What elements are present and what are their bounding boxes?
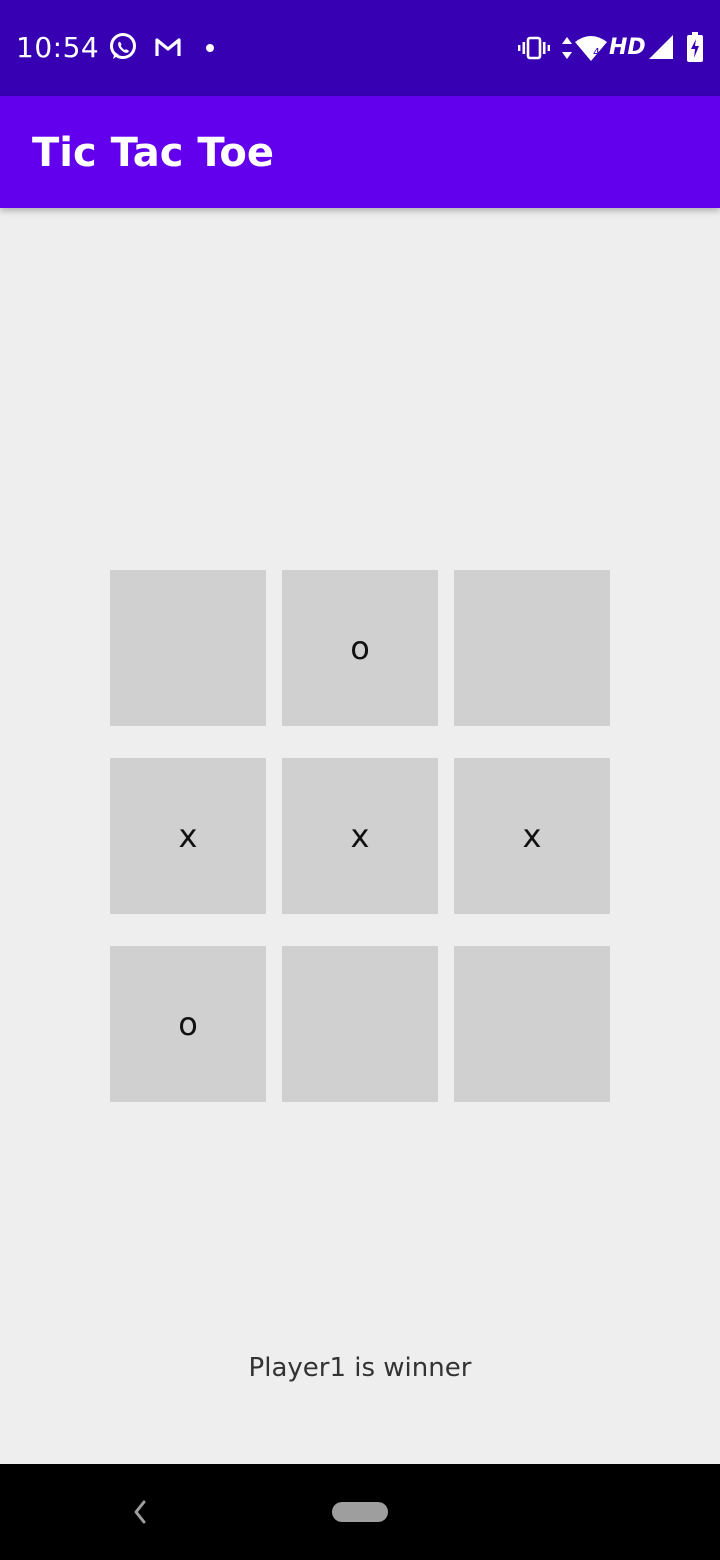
vibrate-icon — [518, 36, 550, 60]
board-cell-5[interactable]: x — [282, 758, 438, 914]
network-type-label: HD — [609, 35, 646, 60]
board-cell-2[interactable]: o — [282, 570, 438, 726]
battery-charging-icon — [687, 32, 703, 62]
app-title: Tic Tac Toe — [32, 130, 274, 176]
result-text: Player1 is winner — [248, 1353, 472, 1383]
app-bar: Tic Tac Toe — [0, 96, 720, 208]
board-cell-8[interactable] — [282, 946, 438, 1102]
wifi-icon: 4 — [575, 36, 607, 61]
whatsapp-icon — [110, 33, 136, 59]
gmail-icon — [155, 38, 181, 56]
board-cell-3[interactable] — [454, 570, 610, 726]
back-icon[interactable] — [124, 1488, 156, 1536]
board-cell-6[interactable]: x — [454, 758, 610, 914]
data-arrows-icon — [562, 37, 572, 59]
notification-dot-icon — [206, 44, 214, 52]
board-cell-9[interactable] — [454, 946, 610, 1102]
signal-icon — [649, 35, 673, 59]
board-cell-7[interactable]: o — [110, 946, 266, 1102]
game-board: o x x x o — [110, 570, 610, 1102]
board-cell-4[interactable]: x — [110, 758, 266, 914]
svg-text:4: 4 — [593, 46, 600, 59]
status-time: 10:54 — [16, 31, 100, 64]
board-cell-1[interactable] — [110, 570, 266, 726]
status-bar: 10:54 4 HD — [0, 0, 720, 96]
home-pill-button[interactable] — [332, 1502, 388, 1522]
